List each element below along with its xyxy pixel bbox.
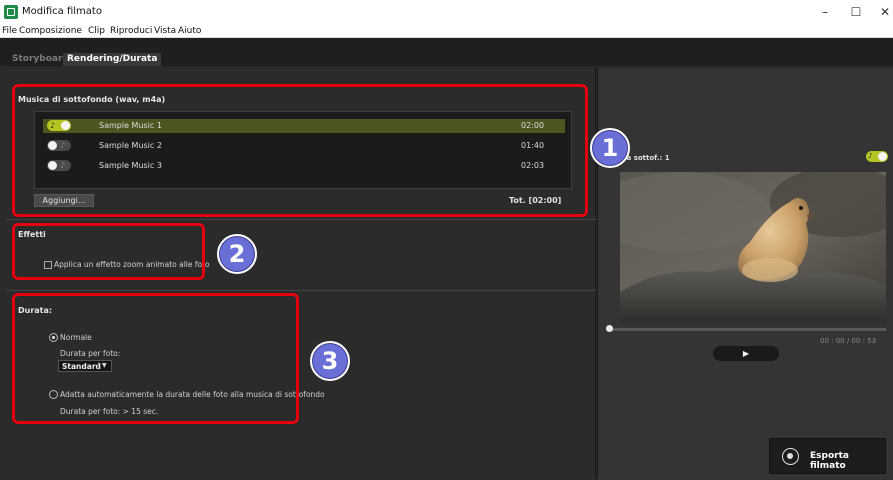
menu-riproduci[interactable]: Riproduci xyxy=(110,26,152,36)
highlight-frame xyxy=(12,84,588,217)
highlight-frame xyxy=(12,293,299,424)
section-divider xyxy=(6,290,596,291)
callout-badge: 2 xyxy=(217,234,257,274)
prairie-dog-photo xyxy=(620,172,886,323)
app-window: Modifica filmato – ☐ ✕ File Composizione… xyxy=(0,0,893,480)
play-button[interactable]: ▶ xyxy=(713,346,779,361)
tab-rendering-durata[interactable]: Rendering/Durata xyxy=(63,53,162,66)
menu-aiuto[interactable]: Aiuto xyxy=(178,26,201,36)
menu-vista[interactable]: Vista xyxy=(154,26,176,36)
title-bar: Modifica filmato – ☐ ✕ xyxy=(0,0,893,25)
section-divider xyxy=(6,219,596,220)
tab-bar: Storyboard Rendering/Durata xyxy=(0,38,893,66)
export-movie-button[interactable]: Esporta filmato xyxy=(769,438,886,474)
callout-badge: 1 xyxy=(590,128,630,168)
highlight-frame xyxy=(12,223,205,280)
close-button[interactable]: ✕ xyxy=(872,4,893,20)
timecode: 00 : 00 / 00 : 53 xyxy=(820,337,877,345)
menu-clip[interactable]: Clip xyxy=(88,26,105,36)
menu-bar: File Composizione Clip Riproduci Vista A… xyxy=(0,25,893,38)
toggle-knob xyxy=(878,152,887,161)
export-icon xyxy=(782,448,799,465)
music-note-icon: ♪ xyxy=(868,152,873,160)
play-icon: ▶ xyxy=(742,349,750,358)
maximize-button[interactable]: ☐ xyxy=(843,4,869,20)
timeline-track[interactable] xyxy=(606,328,886,331)
preview-image xyxy=(620,172,886,323)
menu-composizione[interactable]: Composizione xyxy=(19,26,82,36)
export-label: Esporta filmato xyxy=(810,451,849,471)
menu-file[interactable]: File xyxy=(2,26,17,36)
window-title: Modifica filmato xyxy=(22,6,102,17)
timeline-thumb[interactable] xyxy=(606,325,613,332)
minimize-button[interactable]: – xyxy=(812,4,838,20)
app-icon xyxy=(4,5,18,19)
callout-badge: 3 xyxy=(310,341,350,381)
preview-music-toggle[interactable]: ♪ xyxy=(866,151,888,162)
